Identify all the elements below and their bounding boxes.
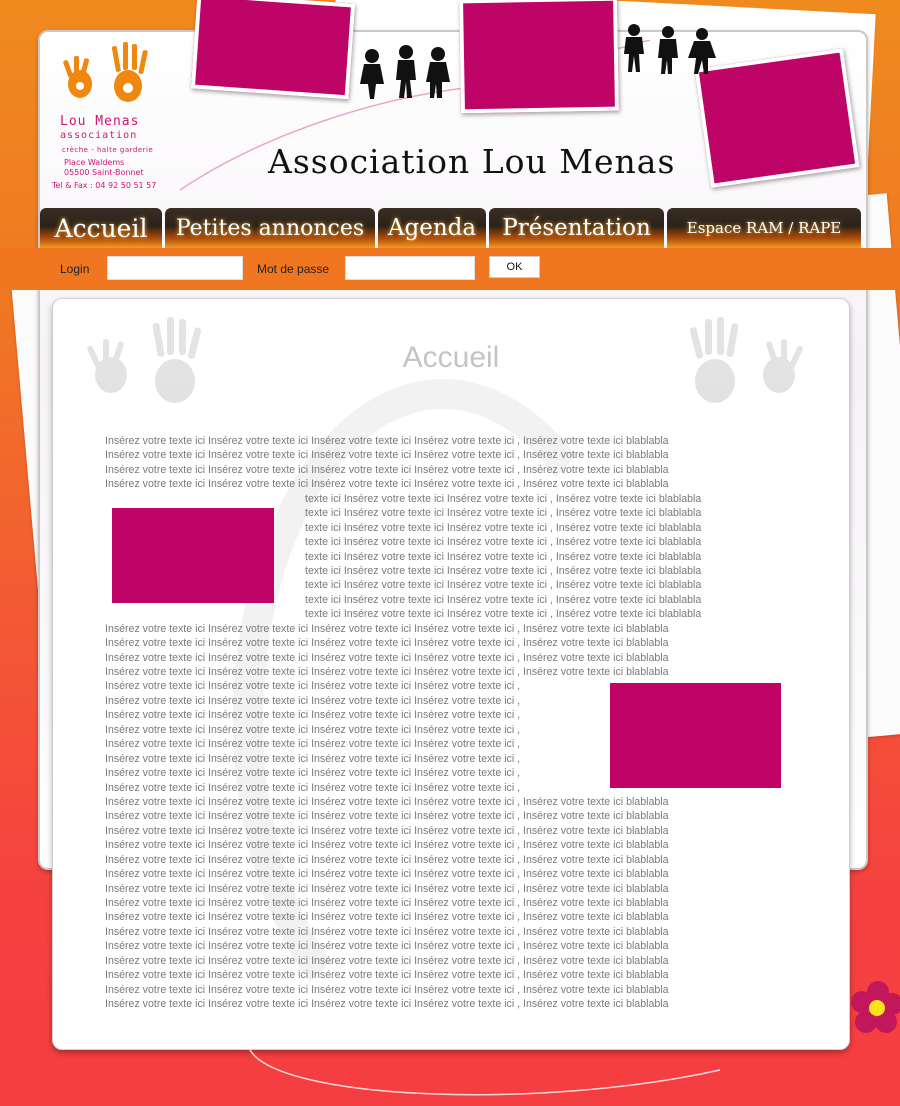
bottom-swirl-line: [249, 1049, 721, 1096]
nav-tab-agenda[interactable]: Agenda: [378, 208, 486, 248]
flower-icon: [851, 981, 900, 1033]
text-line: texte ici Insérez votre texte ici Insére…: [305, 608, 702, 621]
text-line: Insérez votre texte ici Insérez votre te…: [105, 810, 669, 823]
text-line: Insérez votre texte ici Insérez votre te…: [105, 637, 669, 650]
logo-subtitle: association: [60, 130, 138, 141]
text-line: Insérez votre texte ici Insérez votre te…: [105, 651, 669, 664]
text-line: Insérez votre texte ici Insérez votre te…: [105, 449, 669, 462]
text-line: Insérez votre texte ici Insérez votre te…: [105, 969, 669, 982]
text-line: Insérez votre texte ici Insérez votre te…: [105, 911, 669, 924]
logo-description: crèche - halte garderie: [62, 146, 154, 154]
header-photo-2: [459, 0, 619, 114]
text-line: Insérez votre texte ici Insérez votre te…: [105, 868, 669, 881]
login-bar: Login Mot de passe: [0, 248, 900, 290]
text-line: texte ici Insérez votre texte ici Insére…: [305, 492, 702, 505]
password-input[interactable]: [345, 256, 475, 280]
text-line: Insérez votre texte ici Insérez votre te…: [105, 478, 669, 491]
text-line: Insérez votre texte ici Insérez votre te…: [105, 622, 669, 635]
content-panel: Accueil Insérez votre texte ici Insérez …: [52, 298, 850, 1050]
text-line: Insérez votre texte ici Insérez votre te…: [105, 882, 669, 895]
logo-address-line2: 05500 Saint-Bonnet: [64, 168, 144, 177]
login-input[interactable]: [107, 256, 243, 280]
nav-tab-espace-ram[interactable]: Espace RAM / RAPE: [667, 208, 861, 248]
text-line: Insérez votre texte ici Insérez votre te…: [105, 954, 669, 967]
ok-button[interactable]: OK: [489, 256, 540, 278]
text-line: Insérez votre texte ici Insérez votre te…: [105, 839, 669, 852]
logo-address-line1: Place Waldems: [64, 158, 125, 167]
text-line: Insérez votre texte ici Insérez votre te…: [105, 853, 669, 866]
text-line: Insérez votre texte ici Insérez votre te…: [105, 824, 669, 837]
site-title: Association Lou Menas: [268, 142, 676, 181]
text-line: Insérez votre texte ici Insérez votre te…: [105, 983, 669, 996]
password-label: Mot de passe: [257, 262, 330, 276]
text-line: Insérez votre texte ici Insérez votre te…: [105, 925, 669, 938]
text-line: Insérez votre texte ici Insérez votre te…: [105, 897, 669, 909]
header-photo-1: [190, 0, 356, 100]
login-label: Login: [60, 262, 90, 276]
content-photo-right: [610, 683, 781, 788]
nav-tab-petites-annonces[interactable]: Petites annonces: [165, 208, 375, 248]
logo-address: Place Waldems 05500 Saint-Bonnet: [64, 158, 144, 178]
logo-phone: Tel & Fax : 04 92 50 51 57: [52, 181, 157, 190]
text-line: Insérez votre texte ici Insérez votre te…: [105, 463, 669, 476]
text-line: Insérez votre texte ici Insérez votre te…: [105, 435, 669, 447]
text-line: Insérez votre texte ici Insérez votre te…: [105, 998, 669, 1011]
children-silhouette-icon: [360, 45, 450, 99]
nav-tab-accueil[interactable]: Accueil: [40, 208, 162, 248]
text-line: Insérez votre texte ici Insérez votre te…: [105, 795, 669, 808]
logo-handprints-icon: [63, 42, 148, 102]
children-silhouette-right-icon: [624, 24, 716, 74]
page-heading: Accueil: [402, 341, 500, 374]
text-line: Insérez votre texte ici Insérez votre te…: [105, 666, 669, 678]
content-photo-left: [112, 508, 274, 603]
logo-name: Lou Menas: [60, 114, 140, 129]
text-line: Insérez votre texte ici Insérez votre te…: [105, 940, 669, 953]
nav-tab-presentation[interactable]: Présentation: [489, 208, 664, 248]
